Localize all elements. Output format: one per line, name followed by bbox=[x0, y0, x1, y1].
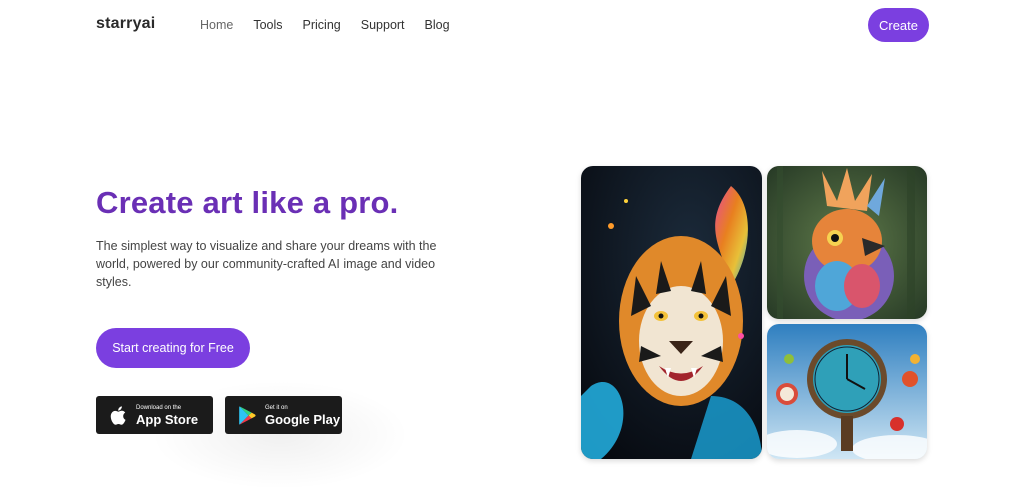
app-store-button[interactable]: Download on the App Store bbox=[96, 396, 213, 434]
start-creating-button[interactable]: Start creating for Free bbox=[96, 328, 250, 368]
app-store-big: App Store bbox=[136, 411, 199, 427]
google-play-text: Get it on Google Play bbox=[265, 405, 340, 426]
tiger-artwork bbox=[581, 166, 762, 459]
logo[interactable]: starryai bbox=[96, 15, 155, 33]
clock-artwork bbox=[767, 324, 927, 459]
apple-icon bbox=[108, 404, 128, 426]
hero-headline: Create art like a pro. bbox=[96, 185, 399, 220]
app-store-text: Download on the App Store bbox=[136, 405, 198, 426]
nav-pricing[interactable]: Pricing bbox=[303, 18, 341, 32]
bird-artwork bbox=[767, 166, 927, 319]
hero-subhead: The simplest way to visualize and share … bbox=[96, 239, 437, 289]
app-store-small: Download on the bbox=[136, 404, 182, 411]
google-play-button[interactable]: Get it on Google Play bbox=[225, 396, 342, 434]
main-nav: Home Tools Pricing Support Blog bbox=[200, 18, 470, 32]
google-play-icon bbox=[237, 404, 257, 426]
nav-support[interactable]: Support bbox=[361, 18, 405, 32]
google-play-big: Google Play bbox=[265, 411, 341, 427]
create-button[interactable]: Create bbox=[868, 8, 929, 42]
nav-tools[interactable]: Tools bbox=[253, 18, 282, 32]
nav-home[interactable]: Home bbox=[200, 18, 233, 32]
nav-blog[interactable]: Blog bbox=[425, 18, 450, 32]
google-play-small: Get it on bbox=[265, 404, 288, 411]
